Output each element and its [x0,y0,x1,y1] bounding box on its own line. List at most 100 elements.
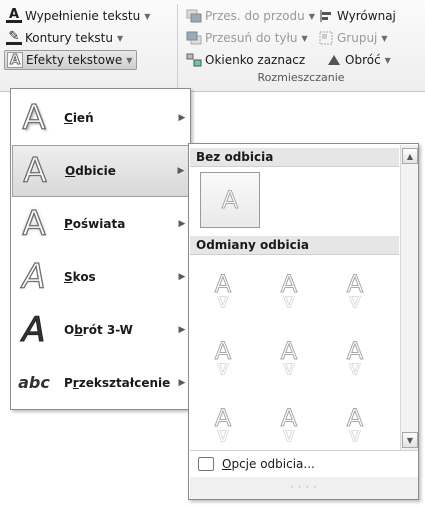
reflection-variant[interactable]: AA [199,339,247,385]
letter-a-icon: A [346,404,364,432]
reflection-variant[interactable]: AA [265,339,313,385]
send-backward-button[interactable]: Przesuń do tyłu ▼ [186,28,308,48]
scroll-down-button[interactable]: ▼ [402,432,418,448]
reflection-icon: A [346,296,364,310]
submenu-arrow-icon: ▶ [178,378,186,388]
text-fill-button[interactable]: A Wypełnienie tekstu ▼ [6,6,150,26]
rotate-label: Obróć [345,53,381,67]
text-fill-icon: A [6,7,22,23]
submenu-arrow-icon: ▶ [178,272,186,282]
arrange-group-label: Rozmieszczanie [257,71,345,84]
align-icon [318,8,334,24]
text-effects-icon: A [7,52,23,68]
transform-icon: abc [18,373,50,392]
group-icon [318,30,334,46]
ribbon: A Wypełnienie tekstu ▼ ✎ Kontury tekstu ▼ … [0,0,425,92]
reflection-options-label: Opcje odbicia... [222,456,315,471]
submenu-arrow-icon: ▶ [178,219,186,229]
reflection-variant[interactable]: AA [331,406,379,452]
reflection-variant[interactable]: AA [199,272,247,318]
no-reflection-option[interactable]: A [200,172,260,228]
glow-icon: A [22,204,47,244]
menu-item-label: Obrót 3-W [64,323,133,337]
menu-item-label: Przekształcenie [64,376,171,390]
menu-item-label: Odbicie [65,164,116,178]
reflection-submenu: Bez odbicia A Odmiany odbicia AA AA AA A… [188,143,419,500]
letter-a-icon: A [280,337,298,365]
reflection-icon: A [346,430,364,444]
selection-pane-button[interactable]: Okienko zaznacz [186,50,305,70]
text-outline-button[interactable]: ✎ Kontury tekstu ▼ [6,28,123,48]
rotate-button[interactable]: Obróć ▼ [326,50,391,70]
menu-item-transform[interactable]: abc Przekształcenie ▶ [12,357,189,409]
reflection-icon: A [280,296,298,310]
send-backward-icon [186,30,202,46]
align-button[interactable]: Wyrównaj [318,6,396,26]
dropdown-arrow-icon: ▼ [381,33,388,43]
submenu-arrow-icon: ▶ [178,325,186,335]
selection-pane-label: Okienko zaznacz [205,53,306,67]
send-backward-label: Przesuń do tyłu [205,31,298,45]
text-fill-label: Wypełnienie tekstu [25,9,141,23]
menu-item-bevel[interactable]: A Skos ▶ [12,251,189,303]
reflection-options-item[interactable]: Opcje odbicia... [190,450,418,476]
submenu-arrow-icon: ▶ [178,113,186,123]
resize-grip[interactable]: · · · · [190,477,418,499]
dropdown-arrow-icon: ▼ [126,55,133,65]
letter-a-icon: A [214,270,232,298]
menu-item-reflection[interactable]: A Odbicie ▶ [12,145,189,197]
letter-a-icon: A [221,186,239,214]
menu-item-label: Skos [64,270,96,284]
menu-item-glow[interactable]: A Poświata ▶ [12,198,189,250]
dropdown-arrow-icon: ▼ [301,33,308,43]
dropdown-arrow-icon: ▼ [116,33,124,43]
text-outline-label: Kontury tekstu [25,31,113,45]
letter-a-icon: A [346,337,364,365]
reflection-icon: A [346,363,364,377]
reflection-icon: A [280,430,298,444]
dropdown-arrow-icon: ▼ [144,11,151,21]
variants-header: Odmiany odbicia [190,236,399,255]
menu-item-shadow[interactable]: A Cień ▶ [12,92,189,144]
bevel-icon: A [22,257,47,297]
selection-pane-icon [186,52,202,68]
menu-item-3d-rotation[interactable]: A Obrót 3-W ▶ [12,304,189,356]
reflection-icon: A [214,363,232,377]
letter-a-icon: A [214,337,232,365]
reflection-icon: A [214,430,232,444]
letter-a-icon: A [214,404,232,432]
letter-a-icon: A [280,404,298,432]
reflection-icon: A [214,296,232,310]
submenu-arrow-icon: ▶ [177,166,185,176]
no-reflection-header: Bez odbicia [190,148,399,167]
align-label: Wyrównaj [337,9,396,23]
dropdown-arrow-icon: ▼ [308,11,315,21]
reflection-icon: A [280,363,298,377]
text-effects-menu: A Cień ▶ A Odbicie ▶ A Poświata ▶ A Skos… [10,88,191,410]
3d-rotation-icon: A [18,310,51,351]
reflection-variant[interactable]: AA [265,406,313,452]
reflection-variant[interactable]: AA [265,272,313,318]
menu-item-label: Cień [64,111,94,125]
chevron-down-icon: ▼ [406,435,414,445]
rotate-icon [326,52,342,68]
group-label: Grupuj [337,31,378,45]
reflection-options-icon [198,456,214,471]
bring-forward-icon [186,8,202,24]
reflection-variant[interactable]: AA [331,272,379,318]
chevron-up-icon: ▲ [406,151,414,161]
dropdown-arrow-icon: ▼ [384,55,391,65]
letter-a-icon: A [280,270,298,298]
text-effects-button[interactable]: A Efekty tekstowe ▼ [4,50,138,70]
menu-item-label: Poświata [64,217,126,231]
text-effects-label: Efekty tekstowe [26,53,123,67]
reflection-variant[interactable]: AA [199,406,247,452]
gallery-scrollbar[interactable]: ▲ ▼ [400,145,418,451]
reflection-icon: A [23,151,48,191]
letter-a-icon: A [346,270,364,298]
bring-forward-label: Przes. do przodu [205,9,305,23]
reflection-variant[interactable]: AA [331,339,379,385]
group-button[interactable]: Grupuj ▼ [318,28,388,48]
bring-forward-button[interactable]: Przes. do przodu ▼ [186,6,315,26]
scroll-up-button[interactable]: ▲ [402,148,418,164]
